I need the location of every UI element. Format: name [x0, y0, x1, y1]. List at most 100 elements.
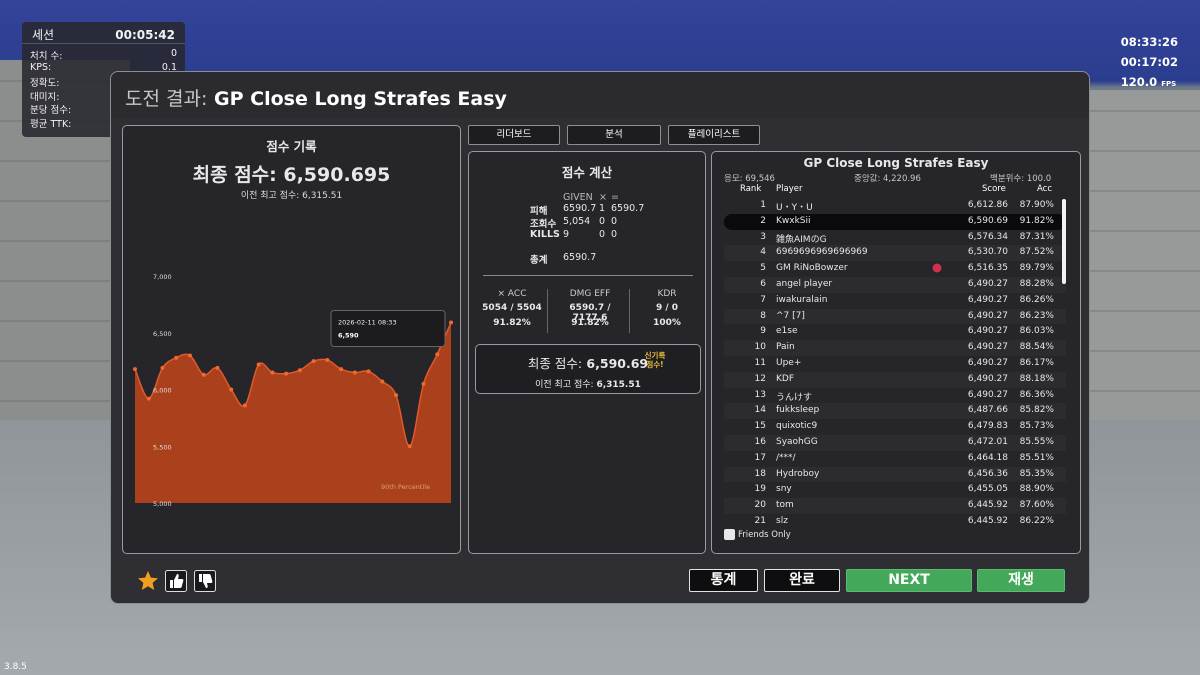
- leaderboard-player[interactable]: SyaohGG: [776, 437, 818, 447]
- leaderboard-player[interactable]: sny: [776, 484, 792, 494]
- replay-button[interactable]: 재생: [977, 569, 1065, 592]
- leaderboard-row[interactable]: 20 tom 6,445.92 87.60%: [724, 498, 1066, 514]
- leaderboard-row[interactable]: 3 雑魚AIMのG 6,576.34 87.31%: [724, 230, 1066, 246]
- tab-analysis[interactable]: 분석: [567, 125, 661, 145]
- session-header: 세션 00:05:42: [22, 22, 185, 44]
- leaderboard-row[interactable]: 21 slz 6,445.92 86.22%: [724, 514, 1066, 526]
- leaderboard-row[interactable]: 18 Hydroboy 6,456.36 85.35%: [724, 467, 1066, 483]
- thumbs-down-icon[interactable]: [194, 570, 216, 592]
- leaderboard-rank: 20: [754, 500, 766, 511]
- leaderboard-player[interactable]: 6969696969696969: [776, 247, 868, 257]
- favorite-star-icon[interactable]: [137, 570, 159, 592]
- score-point[interactable]: [133, 367, 137, 372]
- score-point[interactable]: [339, 367, 344, 372]
- leaderboard-row[interactable]: 7 iwakuralain 6,490.27 86.26%: [724, 293, 1066, 309]
- score-point[interactable]: [407, 444, 412, 449]
- score-point[interactable]: [256, 362, 261, 367]
- done-button[interactable]: 완료: [764, 569, 840, 592]
- header-acc[interactable]: Acc: [1037, 184, 1052, 194]
- leaderboard-player[interactable]: tom: [776, 500, 794, 510]
- score-point[interactable]: [325, 357, 330, 362]
- score-point[interactable]: [229, 387, 234, 392]
- leaderboard-score: 6,490.27: [967, 279, 1008, 289]
- score-point[interactable]: [174, 355, 179, 360]
- leaderboard-player[interactable]: slz: [776, 516, 788, 526]
- score-point[interactable]: [366, 369, 371, 374]
- friends-only-checkbox[interactable]: [724, 529, 735, 540]
- leaderboard-player[interactable]: Pain: [776, 342, 795, 352]
- leaderboard-row[interactable]: 12 KDF 6,490.27 88.18%: [724, 372, 1066, 388]
- leaderboard-player[interactable]: KDF: [776, 374, 794, 384]
- score-point[interactable]: [284, 371, 289, 376]
- leaderboard-row[interactable]: 14 fukksleep 6,487.66 85.82%: [724, 403, 1066, 419]
- leaderboard-player[interactable]: quixotic9: [776, 421, 817, 431]
- leaderboard-row[interactable]: 2 KwxkSii 6,590.69 91.82%: [724, 213, 1066, 230]
- fps-counter: 120.0 FPS: [1121, 72, 1178, 94]
- leaderboard-row[interactable]: 10 Pain 6,490.27 88.54%: [724, 340, 1066, 356]
- leaderboard-player[interactable]: うんけす: [776, 390, 812, 403]
- leaderboard-row[interactable]: 1 U・Y・U 6,612.86 87.90%: [724, 198, 1066, 214]
- tab-playlist[interactable]: 플레이리스트: [668, 125, 760, 145]
- leaderboard-player[interactable]: Upe+: [776, 358, 801, 368]
- leaderboard-player[interactable]: ^7 [7]: [776, 311, 805, 321]
- score-point[interactable]: [187, 353, 192, 358]
- header-player[interactable]: Player: [776, 184, 802, 194]
- leaderboard-list[interactable]: 1 U・Y・U 6,612.86 87.90% 2 KwxkSii 6,590.69 91.8…: [724, 198, 1066, 526]
- score-point[interactable]: [146, 396, 151, 401]
- next-button[interactable]: NEXT: [846, 569, 972, 592]
- header-rank[interactable]: Rank: [740, 184, 761, 194]
- leaderboard-row[interactable]: 13 うんけす 6,490.27 86.36%: [724, 388, 1066, 404]
- thumbs-up-icon[interactable]: [165, 570, 187, 592]
- leaderboard-row[interactable]: 15 quixotic9 6,479.83 85.73%: [724, 419, 1066, 435]
- leaderboard-player[interactable]: GM RiNoBowzer: [776, 263, 848, 273]
- score-point[interactable]: [394, 393, 399, 398]
- score-point[interactable]: [311, 359, 316, 364]
- score-point[interactable]: [201, 372, 206, 377]
- leaderboard-row[interactable]: 17 /***/ 6,464.18 85.51%: [724, 451, 1066, 467]
- leaderboard-row[interactable]: 11 Upe+ 6,490.27 86.17%: [724, 356, 1066, 372]
- leaderboard-player[interactable]: e1se: [776, 326, 798, 336]
- stats-button[interactable]: 통계: [689, 569, 758, 592]
- score-point[interactable]: [270, 370, 275, 375]
- efficiency-stat-label: × ACC: [497, 289, 527, 299]
- score-point[interactable]: [297, 368, 302, 373]
- leaderboard-row[interactable]: 5 GM RiNoBowzer 6,516.35 89.79%: [724, 261, 1066, 277]
- score-point[interactable]: [160, 365, 165, 370]
- friends-only-toggle[interactable]: Friends Only: [724, 529, 791, 540]
- tooltip-date: 2026-02-11 08:33: [338, 319, 397, 327]
- leaderboard-player[interactable]: fukksleep: [776, 405, 819, 415]
- leaderboard-player[interactable]: KwxkSii: [776, 216, 811, 226]
- leaderboard-scrollbar[interactable]: [1062, 199, 1066, 284]
- score-history-chart[interactable]: 7,000 6,500 6,000 5,500 5,000 90th Percentile…: [123, 206, 460, 551]
- score-point[interactable]: [421, 381, 426, 386]
- header-score[interactable]: Score: [982, 184, 1006, 194]
- leaderboard-player[interactable]: 雑魚AIMのG: [776, 232, 827, 245]
- score-point[interactable]: [352, 370, 357, 375]
- leaderboard-acc: 86.26%: [1019, 294, 1054, 305]
- score-point[interactable]: [435, 352, 440, 357]
- leaderboard-player[interactable]: U・Y・U: [776, 200, 813, 213]
- leaderboard-row[interactable]: 19 sny 6,455.05 88.90%: [724, 482, 1066, 498]
- leaderboard-score: 6,590.69: [967, 215, 1008, 226]
- session-stat-label: 평균 TTK:: [30, 118, 72, 130]
- hud-clock-panel: 08:33:26 00:17:02 120.0 FPS: [1121, 32, 1178, 94]
- leaderboard-player[interactable]: /***/: [776, 453, 796, 463]
- leaderboard-player[interactable]: iwakuralain: [776, 295, 827, 305]
- leaderboard-row[interactable]: 4 6969696969696969 6,530.70 87.52%: [724, 245, 1066, 261]
- leaderboard-rank: 4: [760, 247, 766, 258]
- score-point[interactable]: [215, 365, 220, 370]
- leaderboard-row[interactable]: 16 SyaohGG 6,472.01 85.55%: [724, 435, 1066, 451]
- score-point[interactable]: [380, 379, 385, 384]
- efficiency-stat: × ACC 5054 / 5504 91.82%: [477, 289, 547, 328]
- score-history-panel: 점수 기록 최종 점수: 6,590.695 이전 최고 점수: 6,315.5…: [122, 125, 461, 554]
- score-point[interactable]: [449, 320, 453, 325]
- leaderboard-rank: 2: [760, 215, 766, 226]
- leaderboard-row[interactable]: 8 ^7 [7] 6,490.27 86.23%: [724, 309, 1066, 325]
- tab-leaderboard[interactable]: 리더보드: [468, 125, 560, 145]
- leaderboard-row[interactable]: 9 e1se 6,490.27 86.03%: [724, 324, 1066, 340]
- leaderboard-player[interactable]: Hydroboy: [776, 469, 819, 479]
- leaderboard-row[interactable]: 6 angel player 6,490.27 88.28%: [724, 277, 1066, 293]
- efficiency-stat-percent: 91.82%: [571, 318, 609, 328]
- score-point[interactable]: [242, 403, 247, 408]
- leaderboard-player[interactable]: angel player: [776, 279, 832, 289]
